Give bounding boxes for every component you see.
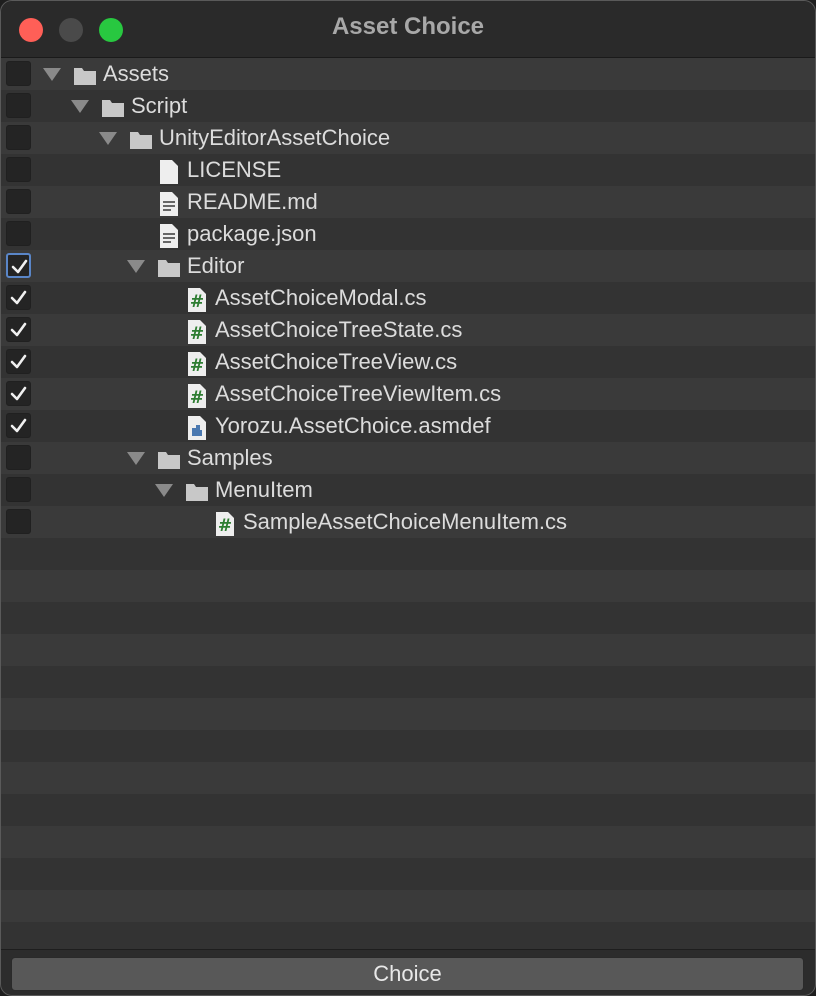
- tree-item-label: SampleAssetChoiceMenuItem.cs: [243, 509, 568, 534]
- empty-tree-row: [1, 922, 815, 949]
- text-file-icon: [157, 192, 181, 221]
- folder-icon: [129, 128, 153, 157]
- folder-icon: [101, 96, 125, 125]
- tree-row[interactable]: Script: [1, 90, 815, 122]
- tree-row[interactable]: Assets: [1, 58, 815, 90]
- svg-text:#: #: [190, 356, 204, 376]
- empty-tree-row: [1, 858, 815, 890]
- empty-tree-row: [1, 730, 815, 762]
- empty-tree-row: [1, 698, 815, 730]
- asset-tree-view[interactable]: Assets Script UnityEditorAssetChoice LICENS…: [1, 58, 815, 949]
- tree-item-label: Editor: [187, 253, 245, 278]
- csharp-script-icon: #: [185, 320, 209, 349]
- tree-row[interactable]: LICENSE: [1, 154, 815, 186]
- tree-item-label: Samples: [187, 445, 273, 470]
- empty-tree-row: [1, 634, 815, 666]
- empty-tree-row: [1, 794, 815, 826]
- title-bar: Asset Choice: [1, 1, 815, 58]
- tree-item-label: AssetChoiceTreeViewItem.cs: [215, 381, 502, 406]
- tree-item-label: AssetChoiceModal.cs: [215, 285, 427, 310]
- row-checkbox[interactable]: [6, 221, 31, 246]
- svg-text:#: #: [190, 324, 204, 344]
- csharp-script-icon: #: [213, 512, 237, 541]
- folder-icon: [185, 480, 209, 509]
- tree-row[interactable]: # AssetChoiceTreeView.cs: [1, 346, 815, 378]
- row-checkbox[interactable]: [6, 253, 31, 278]
- expand-arrow-icon[interactable]: [43, 68, 61, 87]
- tree-item-label: MenuItem: [215, 477, 313, 502]
- tree-item-label: UnityEditorAssetChoice: [159, 125, 391, 150]
- svg-text:#: #: [190, 388, 204, 408]
- row-checkbox[interactable]: [6, 349, 31, 374]
- tree-row[interactable]: MenuItem: [1, 474, 815, 506]
- expand-arrow-icon[interactable]: [127, 452, 145, 471]
- assembly-definition-icon: [185, 416, 209, 445]
- row-checkbox[interactable]: [6, 445, 31, 470]
- row-checkbox[interactable]: [6, 61, 31, 86]
- row-checkbox[interactable]: [6, 157, 31, 182]
- svg-text:#: #: [190, 292, 204, 312]
- tree-row[interactable]: Samples: [1, 442, 815, 474]
- folder-icon: [73, 64, 97, 93]
- text-file-icon: [157, 224, 181, 253]
- row-checkbox[interactable]: [6, 509, 31, 534]
- tree-row[interactable]: # AssetChoiceTreeState.cs: [1, 314, 815, 346]
- window-title: Asset Choice: [331, 13, 485, 40]
- row-checkbox[interactable]: [6, 93, 31, 118]
- row-checkbox[interactable]: [6, 413, 31, 438]
- tree-row[interactable]: Yorozu.AssetChoice.asmdef: [1, 410, 815, 442]
- empty-tree-row: [1, 538, 815, 570]
- empty-tree-row: [1, 570, 815, 602]
- folder-icon: [157, 256, 181, 285]
- expand-arrow-icon[interactable]: [99, 132, 117, 151]
- tree-item-label: AssetChoiceTreeView.cs: [215, 349, 458, 374]
- expand-arrow-icon[interactable]: [155, 484, 173, 503]
- empty-tree-row: [1, 666, 815, 698]
- empty-tree-row: [1, 602, 815, 634]
- tree-row[interactable]: # SampleAssetChoiceMenuItem.cs: [1, 506, 815, 538]
- empty-tree-row: [1, 762, 815, 794]
- svg-text:#: #: [218, 516, 232, 536]
- csharp-script-icon: #: [185, 288, 209, 317]
- footer-bar: Choice: [1, 949, 815, 995]
- row-checkbox[interactable]: [6, 189, 31, 214]
- tree-row[interactable]: package.json: [1, 218, 815, 250]
- tree-row[interactable]: # AssetChoiceModal.cs: [1, 282, 815, 314]
- expand-arrow-icon[interactable]: [127, 260, 145, 279]
- empty-tree-row: [1, 826, 815, 858]
- row-checkbox[interactable]: [6, 477, 31, 502]
- csharp-script-icon: #: [185, 384, 209, 413]
- tree-row[interactable]: # AssetChoiceTreeViewItem.cs: [1, 378, 815, 410]
- blank-file-icon: [157, 160, 181, 189]
- tree-row[interactable]: Editor: [1, 250, 815, 282]
- tree-item-label: Script: [131, 93, 188, 118]
- tree-item-label: README.md: [187, 189, 318, 214]
- folder-icon: [157, 448, 181, 477]
- empty-tree-row: [1, 890, 815, 922]
- expand-arrow-icon[interactable]: [71, 100, 89, 119]
- tree-item-label: Yorozu.AssetChoice.asmdef: [215, 413, 491, 438]
- row-checkbox[interactable]: [6, 381, 31, 406]
- row-checkbox[interactable]: [6, 285, 31, 310]
- tree-item-label: LICENSE: [187, 157, 282, 182]
- row-checkbox[interactable]: [6, 317, 31, 342]
- asset-choice-window: Asset Choice Assets Script UnityEditorAsse…: [0, 0, 816, 996]
- tree-item-label: package.json: [187, 221, 317, 246]
- tree-row[interactable]: UnityEditorAssetChoice: [1, 122, 815, 154]
- tree-item-label: AssetChoiceTreeState.cs: [215, 317, 463, 342]
- tree-item-label: Assets: [103, 61, 170, 86]
- csharp-script-icon: #: [185, 352, 209, 381]
- row-checkbox[interactable]: [6, 125, 31, 150]
- choice-button[interactable]: Choice: [11, 957, 804, 991]
- tree-row[interactable]: README.md: [1, 186, 815, 218]
